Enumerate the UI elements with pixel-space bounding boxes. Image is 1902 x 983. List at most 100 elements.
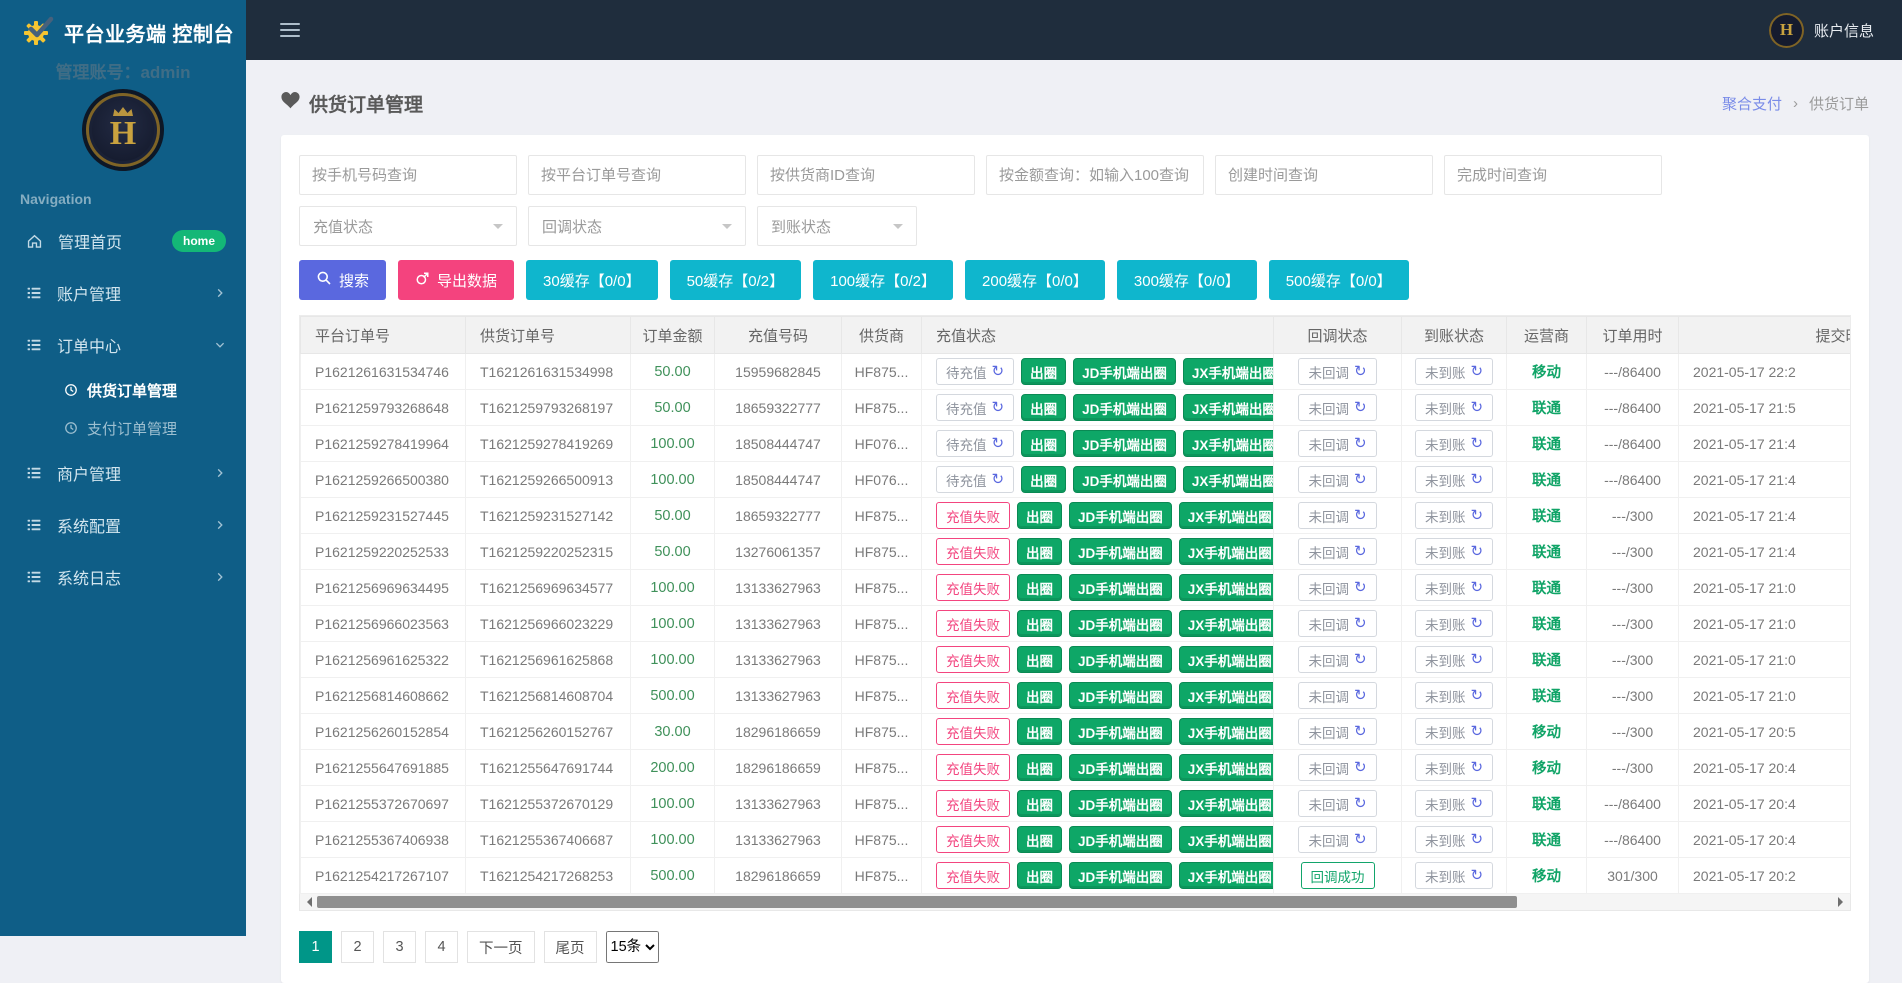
sidebar-subitem-pay-orders[interactable]: 支付订单管理 [0, 409, 246, 447]
filter-finish-time-input[interactable] [1444, 155, 1662, 195]
recharge-status-button[interactable]: 充值失败 [936, 682, 1010, 709]
out-button[interactable]: 出圈 [1017, 574, 1062, 601]
out-button[interactable]: 出圈 [1017, 610, 1062, 637]
jx-mobile-out-button[interactable]: JX手机端出圈 [1179, 754, 1274, 781]
sidebar-item-orders[interactable]: 订单中心 [0, 319, 246, 371]
jd-mobile-out-button[interactable]: JD手机端出圈 [1073, 394, 1176, 421]
callback-status-button[interactable]: 未回调↻ [1298, 682, 1376, 709]
arrival-status-button[interactable]: 未到账↻ [1415, 646, 1493, 673]
sidebar-item-system-log[interactable]: 系统日志 [0, 551, 246, 603]
recharge-status-button[interactable]: 充值失败 [936, 862, 1010, 889]
arrival-status-button[interactable]: 未到账↻ [1415, 430, 1493, 457]
jd-mobile-out-button[interactable]: JD手机端出圈 [1069, 646, 1172, 673]
sidebar-item-home[interactable]: 管理首页home [0, 215, 246, 267]
jd-mobile-out-button[interactable]: JD手机端出圈 [1069, 826, 1172, 853]
arrival-status-button[interactable]: 未到账↻ [1415, 826, 1493, 853]
scrollbar-thumb[interactable] [317, 896, 1517, 908]
arrival-status-button[interactable]: 未到账↻ [1415, 718, 1493, 745]
out-button[interactable]: 出圈 [1017, 790, 1062, 817]
jx-mobile-out-button[interactable]: JX手机端出圈 [1179, 574, 1274, 601]
account-info-button[interactable]: H 账户信息 [1769, 13, 1874, 48]
jx-mobile-out-button[interactable]: JX手机端出圈 [1179, 646, 1274, 673]
callback-status-button[interactable]: 未回调↻ [1298, 610, 1376, 637]
out-button[interactable]: 出圈 [1017, 826, 1062, 853]
filter-phone-input[interactable] [299, 155, 517, 195]
jx-mobile-out-button[interactable]: JX手机端出圈 [1179, 790, 1274, 817]
callback-status-button[interactable]: 未回调↻ [1298, 430, 1376, 457]
jd-mobile-out-button[interactable]: JD手机端出圈 [1069, 718, 1172, 745]
out-button[interactable]: 出圈 [1017, 682, 1062, 709]
arrival-status-button[interactable]: 未到账↻ [1415, 394, 1493, 421]
recharge-status-button[interactable]: 充值失败 [936, 826, 1010, 853]
cache-100-button[interactable]: 100缓存【0/2】 [813, 260, 953, 300]
callback-status-button[interactable]: 回调成功 [1301, 862, 1375, 889]
recharge-status-button[interactable]: 充值失败 [936, 646, 1010, 673]
out-button[interactable]: 出圈 [1017, 862, 1062, 889]
arrival-status-button[interactable]: 未到账↻ [1415, 754, 1493, 781]
jx-mobile-out-button[interactable]: JX手机端出圈 [1183, 394, 1274, 421]
jx-mobile-out-button[interactable]: JX手机端出圈 [1183, 358, 1274, 385]
arrival-status-button[interactable]: 未到账↻ [1415, 790, 1493, 817]
recharge-status-button[interactable]: 充值失败 [936, 754, 1010, 781]
callback-status-button[interactable]: 未回调↻ [1298, 466, 1376, 493]
arrival-status-button[interactable]: 未到账↻ [1415, 466, 1493, 493]
recharge-status-button[interactable]: 充值失败 [936, 718, 1010, 745]
callback-status-button[interactable]: 未回调↻ [1298, 754, 1376, 781]
out-button[interactable]: 出圈 [1017, 646, 1062, 673]
filter-platform-order-input[interactable] [528, 155, 746, 195]
callback-status-button[interactable]: 未回调↻ [1298, 538, 1376, 565]
callback-status-button[interactable]: 未回调↻ [1298, 790, 1376, 817]
arrival-status-button[interactable]: 未到账↻ [1415, 358, 1493, 385]
out-button[interactable]: 出圈 [1017, 718, 1062, 745]
cache-50-button[interactable]: 50缓存【0/2】 [670, 260, 802, 300]
out-button[interactable]: 出圈 [1021, 394, 1066, 421]
recharge-status-button[interactable]: 待充值↻ [936, 430, 1014, 457]
recharge-status-button[interactable]: 待充值↻ [936, 394, 1014, 421]
recharge-status-button[interactable]: 待充值↻ [936, 358, 1014, 385]
cache-500-button[interactable]: 500缓存【0/0】 [1269, 260, 1409, 300]
filter-callback-status-select[interactable]: 回调状态 [528, 206, 746, 246]
jx-mobile-out-button[interactable]: JX手机端出圈 [1179, 862, 1274, 889]
search-button[interactable]: 搜索 [299, 260, 386, 300]
scroll-left-arrow[interactable] [302, 897, 312, 907]
jd-mobile-out-button[interactable]: JD手机端出圈 [1073, 358, 1176, 385]
jd-mobile-out-button[interactable]: JD手机端出圈 [1069, 610, 1172, 637]
jx-mobile-out-button[interactable]: JX手机端出圈 [1179, 826, 1274, 853]
out-button[interactable]: 出圈 [1017, 754, 1062, 781]
jx-mobile-out-button[interactable]: JX手机端出圈 [1179, 718, 1274, 745]
hamburger-icon[interactable] [280, 23, 300, 37]
out-button[interactable]: 出圈 [1017, 538, 1062, 565]
jx-mobile-out-button[interactable]: JX手机端出圈 [1183, 430, 1274, 457]
recharge-status-button[interactable]: 充值失败 [936, 574, 1010, 601]
jd-mobile-out-button[interactable]: JD手机端出圈 [1069, 682, 1172, 709]
jx-mobile-out-button[interactable]: JX手机端出圈 [1179, 610, 1274, 637]
jd-mobile-out-button[interactable]: JD手机端出圈 [1069, 502, 1172, 529]
arrival-status-button[interactable]: 未到账↻ [1415, 502, 1493, 529]
export-data-button[interactable]: 导出数据 [398, 260, 514, 300]
cache-200-button[interactable]: 200缓存【0/0】 [965, 260, 1105, 300]
sidebar-subitem-supply-orders[interactable]: 供货订单管理 [0, 371, 246, 409]
cache-300-button[interactable]: 300缓存【0/0】 [1117, 260, 1257, 300]
out-button[interactable]: 出圈 [1017, 502, 1062, 529]
arrival-status-button[interactable]: 未到账↻ [1415, 682, 1493, 709]
cache-30-button[interactable]: 30缓存【0/0】 [526, 260, 658, 300]
arrival-status-button[interactable]: 未到账↻ [1415, 862, 1493, 889]
recharge-status-button[interactable]: 充值失败 [936, 538, 1010, 565]
recharge-status-button[interactable]: 充值失败 [936, 610, 1010, 637]
callback-status-button[interactable]: 未回调↻ [1298, 718, 1376, 745]
recharge-status-button[interactable]: 充值失败 [936, 502, 1010, 529]
arrival-status-button[interactable]: 未到账↻ [1415, 538, 1493, 565]
callback-status-button[interactable]: 未回调↻ [1298, 646, 1376, 673]
callback-status-button[interactable]: 未回调↻ [1298, 502, 1376, 529]
sidebar-item-system-config[interactable]: 系统配置 [0, 499, 246, 551]
jd-mobile-out-button[interactable]: JD手机端出圈 [1069, 754, 1172, 781]
filter-amount-input[interactable] [986, 155, 1204, 195]
arrival-status-button[interactable]: 未到账↻ [1415, 574, 1493, 601]
filter-arrival-status-select[interactable]: 到账状态 [757, 206, 917, 246]
jd-mobile-out-button[interactable]: JD手机端出圈 [1069, 790, 1172, 817]
jd-mobile-out-button[interactable]: JD手机端出圈 [1069, 538, 1172, 565]
scroll-right-arrow[interactable] [1838, 897, 1848, 907]
jd-mobile-out-button[interactable]: JD手机端出圈 [1069, 862, 1172, 889]
sidebar-item-account[interactable]: 账户管理 [0, 267, 246, 319]
sidebar-item-merchant[interactable]: 商户管理 [0, 447, 246, 499]
